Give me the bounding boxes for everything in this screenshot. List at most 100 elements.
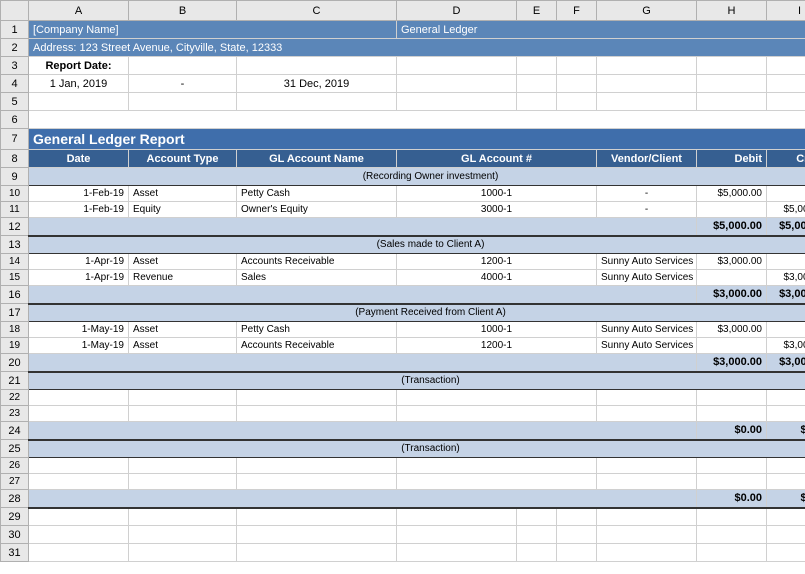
row-header-17[interactable]: 17 [1, 304, 29, 322]
cell-credit[interactable] [767, 474, 805, 490]
cell-gl-number[interactable] [397, 390, 597, 406]
cell-gl-name[interactable]: Owner's Equity [237, 202, 397, 218]
cell-gl-number[interactable]: 1000-1 [397, 186, 597, 202]
row-header-13[interactable]: 13 [1, 236, 29, 254]
cell-type[interactable] [129, 406, 237, 422]
cell-type[interactable] [129, 458, 237, 474]
cell-gl-number[interactable]: 1000-1 [397, 322, 597, 338]
cell-type[interactable]: Equity [129, 202, 237, 218]
cell-date[interactable] [29, 406, 129, 422]
cell-vendor[interactable]: Sunny Auto Services [597, 270, 697, 286]
cell-type[interactable]: Asset [129, 322, 237, 338]
cell-vendor[interactable] [597, 458, 697, 474]
cell-gl-number[interactable]: 1200-1 [397, 338, 597, 354]
cell-debit[interactable]: $5,000.00 [697, 186, 767, 202]
row-header-7[interactable]: 7 [1, 129, 29, 150]
cell-gl-number[interactable]: 3000-1 [397, 202, 597, 218]
cell-date[interactable]: 1-Apr-19 [29, 254, 129, 270]
cell-debit[interactable] [697, 338, 767, 354]
cell-vendor[interactable]: - [597, 202, 697, 218]
row-header-12[interactable]: 12 [1, 218, 29, 236]
row-header-15[interactable]: 15 [1, 270, 29, 286]
cell-credit[interactable]: $3,000.00 [767, 270, 805, 286]
col-header-B[interactable]: B [129, 1, 237, 21]
cell-gl-number[interactable] [397, 406, 597, 422]
cell-date[interactable]: 1-Feb-19 [29, 202, 129, 218]
cell-vendor[interactable]: - [597, 186, 697, 202]
cell-vendor[interactable] [597, 474, 697, 490]
cell-gl-name[interactable]: Accounts Receivable [237, 338, 397, 354]
cell-debit[interactable] [697, 406, 767, 422]
row-header-28[interactable]: 28 [1, 490, 29, 508]
col-header-I[interactable]: I [767, 1, 805, 21]
cell-gl-number[interactable] [397, 474, 597, 490]
cell-debit[interactable]: $3,000.00 [697, 322, 767, 338]
cell-date[interactable] [29, 390, 129, 406]
cell-type[interactable]: Asset [129, 186, 237, 202]
row-header-5[interactable]: 5 [1, 93, 29, 111]
row-header-22[interactable]: 22 [1, 390, 29, 406]
cell-vendor[interactable] [597, 406, 697, 422]
cell-gl-name[interactable]: Sales [237, 270, 397, 286]
col-header-F[interactable]: F [557, 1, 597, 21]
cell-vendor[interactable]: Sunny Auto Services [597, 254, 697, 270]
cell-gl-name[interactable] [237, 474, 397, 490]
row-header-14[interactable]: 14 [1, 254, 29, 270]
col-header-G[interactable]: G [597, 1, 697, 21]
row-header-26[interactable]: 26 [1, 458, 29, 474]
cell-type[interactable]: Asset [129, 338, 237, 354]
row-header-21[interactable]: 21 [1, 372, 29, 390]
cell-credit[interactable] [767, 186, 805, 202]
cell-credit[interactable] [767, 458, 805, 474]
col-header-A[interactable]: A [29, 1, 129, 21]
row-header-8[interactable]: 8 [1, 150, 29, 168]
row-header-3[interactable]: 3 [1, 57, 29, 75]
cell-credit[interactable] [767, 406, 805, 422]
cell-credit[interactable] [767, 254, 805, 270]
col-header-H[interactable]: H [697, 1, 767, 21]
row-header-19[interactable]: 19 [1, 338, 29, 354]
cell-debit[interactable] [697, 390, 767, 406]
cell-gl-name[interactable] [237, 390, 397, 406]
cell-type[interactable]: Asset [129, 254, 237, 270]
cell-type[interactable] [129, 474, 237, 490]
corner-cell[interactable] [1, 1, 29, 21]
cell-debit[interactable] [697, 270, 767, 286]
cell-gl-number[interactable]: 1200-1 [397, 254, 597, 270]
cell-credit[interactable]: $3,000.00 [767, 338, 805, 354]
cell-debit[interactable] [697, 458, 767, 474]
cell-vendor[interactable]: Sunny Auto Services [597, 338, 697, 354]
row-header-16[interactable]: 16 [1, 286, 29, 304]
cell-gl-number[interactable] [397, 458, 597, 474]
cell-gl-name[interactable] [237, 406, 397, 422]
row-header-27[interactable]: 27 [1, 474, 29, 490]
cell-date[interactable] [29, 458, 129, 474]
row-header-4[interactable]: 4 [1, 75, 29, 93]
row-header-29[interactable]: 29 [1, 508, 29, 526]
report-start[interactable]: 1 Jan, 2019 [29, 75, 129, 93]
cell-type[interactable] [129, 390, 237, 406]
cell-gl-name[interactable]: Accounts Receivable [237, 254, 397, 270]
row-header-20[interactable]: 20 [1, 354, 29, 372]
row-header-11[interactable]: 11 [1, 202, 29, 218]
cell-vendor[interactable]: Sunny Auto Services [597, 322, 697, 338]
cell-gl-number[interactable]: 4000-1 [397, 270, 597, 286]
spreadsheet[interactable]: ABCDEFGHI1[Company Name]General Ledger2A… [0, 0, 805, 562]
col-header-C[interactable]: C [237, 1, 397, 21]
row-header-10[interactable]: 10 [1, 186, 29, 202]
cell-debit[interactable]: $3,000.00 [697, 254, 767, 270]
cell-gl-name[interactable]: Petty Cash [237, 322, 397, 338]
row-header-9[interactable]: 9 [1, 168, 29, 186]
cell-type[interactable]: Revenue [129, 270, 237, 286]
row-header-1[interactable]: 1 [1, 21, 29, 39]
row-header-6[interactable]: 6 [1, 111, 29, 129]
report-end[interactable]: 31 Dec, 2019 [237, 75, 397, 93]
row-header-23[interactable]: 23 [1, 406, 29, 422]
cell-credit[interactable] [767, 322, 805, 338]
row-header-2[interactable]: 2 [1, 39, 29, 57]
cell-vendor[interactable] [597, 390, 697, 406]
cell-gl-name[interactable]: Petty Cash [237, 186, 397, 202]
cell-credit[interactable] [767, 390, 805, 406]
row-header-25[interactable]: 25 [1, 440, 29, 458]
cell-date[interactable]: 1-May-19 [29, 322, 129, 338]
